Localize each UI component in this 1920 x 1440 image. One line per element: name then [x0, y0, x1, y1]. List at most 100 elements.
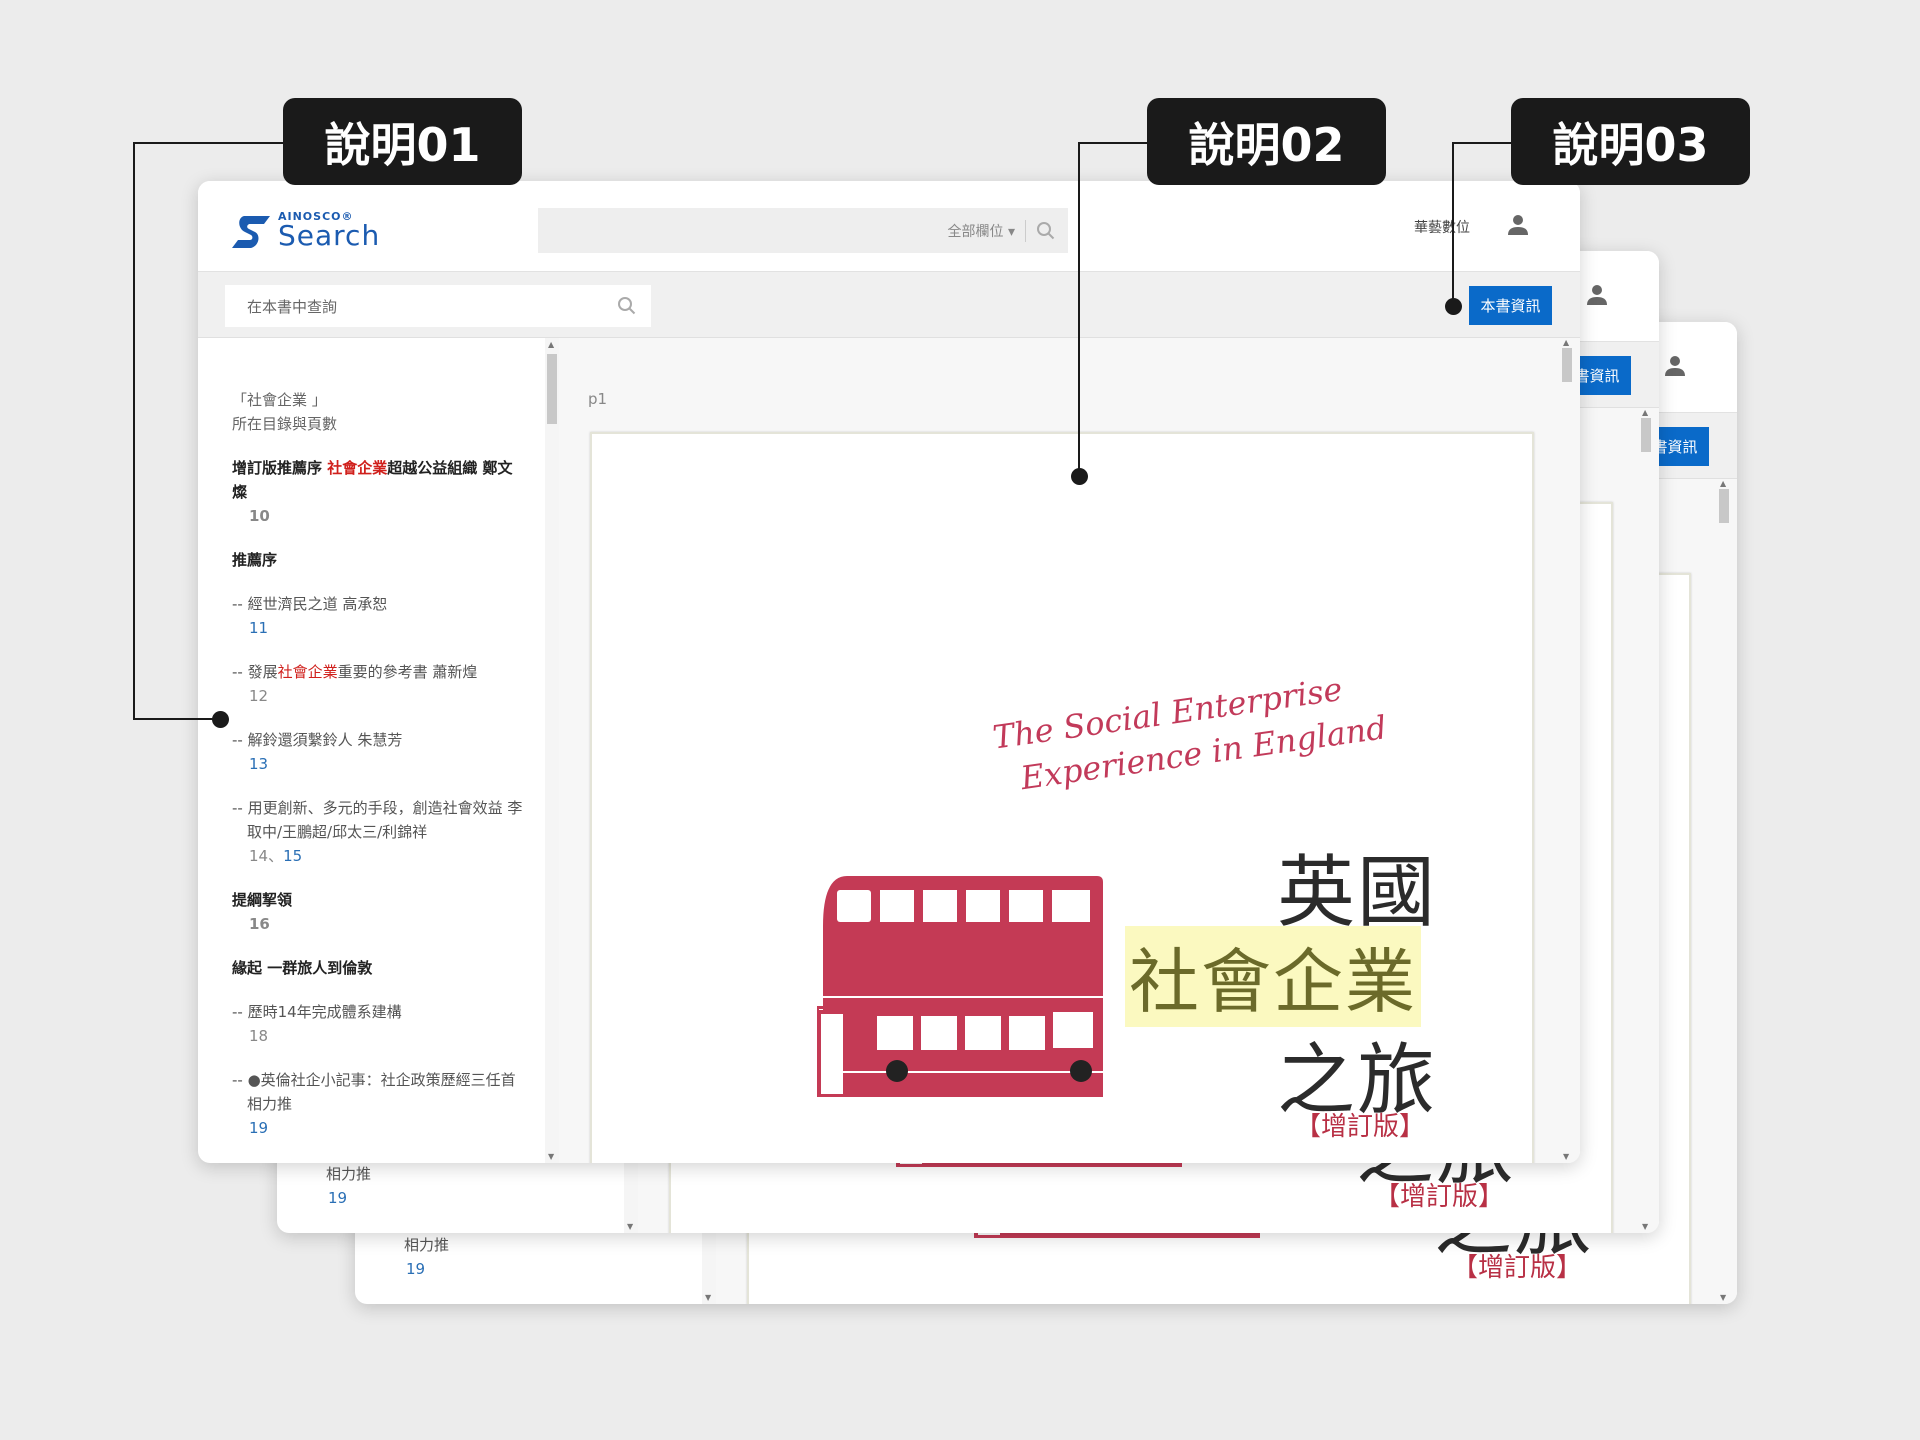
callout-line: [1078, 142, 1080, 477]
separator: 、: [268, 847, 284, 865]
organization-name[interactable]: 華藝數位: [1414, 217, 1470, 237]
toc-pages: 19: [247, 1116, 525, 1140]
page-number-link[interactable]: 19: [406, 1260, 425, 1278]
scroll-down-icon[interactable]: ▼: [1720, 1293, 1726, 1302]
toc-pages: 13: [247, 752, 525, 776]
toc-text: -- 發展: [232, 663, 278, 681]
toc-item-title: 緣起 一群旅人到倫敦: [232, 956, 525, 980]
toc-item-title: -- 從大政府走向小社區來解決社會問題: [247, 1160, 525, 1163]
toc-item-title: -- 從大政府走向小社區來解決社會問題: [404, 1301, 682, 1304]
scroll-down-icon[interactable]: ▼: [627, 1222, 633, 1231]
divider: [1025, 219, 1026, 242]
scroll-down-icon[interactable]: ▼: [548, 1152, 554, 1161]
toc-pages: 11: [247, 616, 525, 640]
toc-pages: 16: [232, 912, 525, 936]
callout-line: [133, 142, 283, 144]
toc-text: 推薦序: [232, 551, 278, 569]
toc-item[interactable]: -- 解鈴還須繫鈴人 朱慧芳 13: [232, 728, 525, 776]
cover-edition: 【增訂版】: [1374, 1182, 1505, 1212]
page-number-link[interactable]: 16: [249, 915, 270, 933]
page-number-link[interactable]: 13: [249, 755, 268, 773]
search-icon[interactable]: [617, 296, 637, 316]
search-term-highlight: 社會企業: [327, 459, 388, 477]
toc-text: -- 用更創新、多元的手段，創造社會效益 李取中/王鵬超/邱太三/利錦祥: [232, 799, 523, 841]
toc-item[interactable]: 提綱挈領 16: [232, 888, 525, 936]
page-number-link[interactable]: 14: [249, 847, 268, 865]
toc-text: -- 經世濟民之道 高承恕: [232, 595, 388, 613]
header: AINOSCO®Search 全部欄位 ▾ 華藝數位: [198, 181, 1580, 272]
toc-text: -- ●英倫社企小記事：社企政策歷經三任首相力推: [232, 1071, 516, 1113]
cover-edition: 【增訂版】: [1452, 1253, 1583, 1283]
scroll-down-icon[interactable]: ▼: [1563, 1152, 1569, 1161]
logo-text: Search: [278, 219, 381, 252]
toc-item[interactable]: -- 用更創新、多元的手段，創造社會效益 李取中/王鵬超/邱太三/利錦祥 14、1…: [232, 796, 525, 868]
toc-item[interactable]: -- 從大政府走向小社區來解決社會問題: [232, 1160, 525, 1163]
scroll-up-icon[interactable]: ▲: [1563, 338, 1569, 347]
toc-pages: 14、15: [247, 844, 525, 868]
toc-item[interactable]: -- 發展社會企業重要的參考書 蕭新煌 12: [232, 660, 525, 708]
callout-label-02: 說明02: [1147, 98, 1386, 185]
scrollbar-thumb[interactable]: [1562, 348, 1572, 382]
cover-edition: 【增訂版】: [1295, 1112, 1426, 1142]
user-icon[interactable]: [1586, 284, 1608, 306]
user-icon[interactable]: [1507, 214, 1529, 236]
search-term-highlight: 社會企業: [277, 663, 338, 681]
toc-item[interactable]: 推薦序: [232, 548, 525, 572]
scroll-down-icon[interactable]: ▼: [705, 1293, 711, 1302]
logo[interactable]: AINOSCO®Search: [230, 211, 380, 250]
cover-title-highlight: 社會企業: [1125, 926, 1421, 1027]
toc-item[interactable]: -- 從大政府走向小社區來解決社會問題: [389, 1301, 682, 1304]
scroll-down-icon[interactable]: ▼: [1642, 1222, 1648, 1231]
toc-item[interactable]: -- 從大政府走向小社區來解決社會問題: [311, 1230, 604, 1233]
scrollbar-thumb[interactable]: [1641, 418, 1651, 452]
callout-line: [1078, 142, 1147, 144]
page-number-link[interactable]: 11: [249, 619, 268, 637]
logo-mark-icon: [232, 216, 270, 248]
toc-item-title: -- 用更創新、多元的手段，創造社會效益 李取中/王鵬超/邱太三/利錦祥: [232, 796, 525, 844]
callout-dot: [212, 711, 229, 728]
toc-item[interactable]: 增訂版推薦序 社會企業超越公益組織 鄭文燦 10: [232, 456, 525, 528]
toc-item-title: -- ●英倫社企小記事：社企政策歷經三任首相力推: [232, 1068, 525, 1116]
book-toolbar: 在本書中查詢 本書資訊: [198, 272, 1580, 338]
callout-line: [1452, 142, 1511, 144]
search-scope-dropdown[interactable]: 全部欄位 ▾: [948, 221, 1015, 241]
toc-pages: 12: [247, 684, 525, 708]
viewer-scrollbar[interactable]: ▲ ▼: [1639, 408, 1651, 1233]
callout-label-03: 說明03: [1511, 98, 1750, 185]
scroll-up-icon[interactable]: ▲: [548, 340, 554, 349]
toc-text: 緣起 一群旅人到倫敦: [232, 959, 373, 977]
toc-item-title: 提綱挈領: [232, 888, 525, 912]
callout-dot: [1071, 468, 1088, 485]
scrollbar-thumb[interactable]: [1719, 489, 1729, 523]
toc-item-title: -- 從大政府走向小社區來解決社會問題: [326, 1230, 604, 1233]
viewer-scrollbar[interactable]: ▲ ▼: [1560, 338, 1572, 1163]
book-info-button[interactable]: 本書資訊: [1469, 286, 1552, 325]
toc-item[interactable]: -- 經世濟民之道 高承恕 11: [232, 592, 525, 640]
page-number-link[interactable]: 15: [283, 847, 302, 865]
book-search-input[interactable]: 在本書中查詢: [225, 285, 651, 327]
toc-item[interactable]: -- ●英倫社企小記事：社企政策歷經三任首相力推 19: [232, 1068, 525, 1140]
global-search-input[interactable]: 全部欄位 ▾: [538, 208, 1068, 253]
user-icon[interactable]: [1664, 355, 1686, 377]
sidebar-scrollbar[interactable]: ▲▼: [545, 338, 559, 1163]
toc-item-title: -- 發展社會企業重要的參考書 蕭新煌: [232, 660, 525, 684]
toc-intro-term: 「社會企業 」: [232, 391, 327, 409]
viewer-scrollbar[interactable]: ▲ ▼: [1717, 479, 1729, 1304]
page-number-link[interactable]: 19: [328, 1189, 347, 1207]
page-number-link[interactable]: 19: [249, 1119, 268, 1137]
search-icon[interactable]: [1036, 221, 1056, 241]
callout-line: [133, 718, 221, 720]
callout-line: [133, 142, 135, 720]
toc-text: -- 歷時14年完成體系建構: [232, 1003, 402, 1021]
toc-intro: 「社會企業 」所在目錄與頁數: [232, 388, 525, 436]
page-number-link[interactable]: 12: [249, 687, 268, 705]
page-number-link[interactable]: 10: [249, 507, 270, 525]
toc-item[interactable]: -- 歷時14年完成體系建構 18: [232, 1000, 525, 1048]
scroll-up-icon[interactable]: ▲: [1720, 479, 1726, 488]
scrollbar-thumb[interactable]: [547, 354, 557, 424]
toc-item[interactable]: 緣起 一群旅人到倫敦: [232, 956, 525, 980]
toc-item-title: -- 經世濟民之道 高承恕: [232, 592, 525, 616]
scroll-up-icon[interactable]: ▲: [1642, 408, 1648, 417]
page-number-link[interactable]: 18: [249, 1027, 268, 1045]
toc-pages: 19: [326, 1186, 604, 1210]
